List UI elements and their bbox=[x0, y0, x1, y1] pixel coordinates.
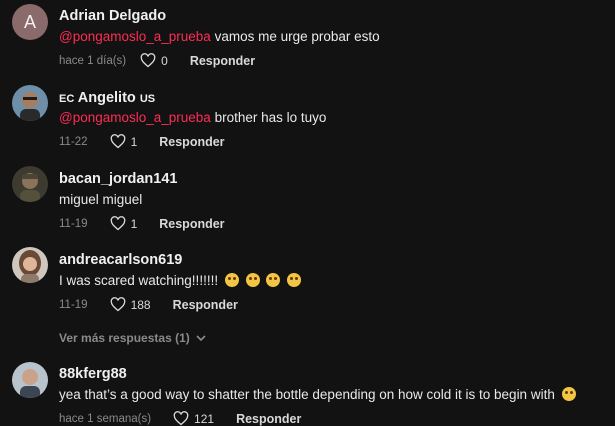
comment-author[interactable]: bacan_jordan141 bbox=[59, 171, 177, 187]
comment-time: hace 1 día(s) bbox=[59, 54, 127, 67]
avatar-image bbox=[12, 85, 48, 121]
mention-link[interactable]: @pongamoslo_a_prueba bbox=[59, 29, 211, 44]
like-button[interactable]: 0 bbox=[140, 53, 168, 68]
comment-author[interactable]: andreacarlson619 bbox=[59, 252, 182, 268]
comment-text-content: yea that’s a good way to shatter the bot… bbox=[59, 387, 555, 402]
mention-link[interactable]: @pongamoslo_a_prueba bbox=[59, 110, 211, 125]
author-name: Angelito bbox=[77, 90, 136, 106]
like-count: 0 bbox=[161, 53, 168, 68]
reply-button[interactable]: Responder bbox=[190, 54, 255, 68]
flushed-emoji-icon bbox=[224, 273, 239, 287]
comment-meta: hace 1 día(s) 0 Responder bbox=[59, 53, 255, 68]
comment-author[interactable]: 88kferg88 bbox=[59, 366, 127, 382]
cold-sweat-emoji-icon bbox=[561, 387, 576, 401]
comment-text: miguel miguel bbox=[59, 192, 143, 207]
view-more-replies-label: Ver más respuestas (1) bbox=[59, 331, 190, 345]
like-count: 1 bbox=[130, 216, 138, 231]
comment-text: yea that’s a good way to shatter the bot… bbox=[59, 387, 576, 402]
chevron-down-icon bbox=[196, 335, 206, 342]
comment-text-content: brother has lo tuyo bbox=[210, 110, 327, 125]
like-button[interactable]: 1 bbox=[110, 216, 138, 231]
comment-time: 11-22 bbox=[59, 135, 88, 148]
comment-author[interactable]: Adrian Delgado bbox=[59, 8, 166, 24]
heart-icon bbox=[110, 216, 125, 231]
joy-emoji-icon bbox=[266, 273, 281, 287]
avatar-letter: A bbox=[23, 11, 36, 32]
flushed-emoji-icon bbox=[245, 273, 260, 287]
avatar[interactable] bbox=[12, 85, 48, 121]
flag-left: EC bbox=[59, 93, 75, 105]
like-count: 188 bbox=[130, 297, 151, 312]
avatar-image bbox=[12, 362, 48, 398]
comment-text-content: vamos me urge probar esto bbox=[210, 29, 380, 44]
comment-text: @pongamoslo_a_prueba brother has lo tuyo bbox=[59, 110, 326, 125]
avatar-image bbox=[12, 166, 48, 202]
reply-button[interactable]: Responder bbox=[236, 412, 301, 426]
heart-icon bbox=[140, 53, 156, 68]
reply-button[interactable]: Responder bbox=[159, 135, 224, 149]
comment-text-content: I was scared watching!!!!!!! bbox=[59, 273, 219, 288]
comment-author[interactable]: EC Angelito US bbox=[59, 90, 155, 106]
avatar[interactable]: A bbox=[12, 4, 48, 40]
avatar[interactable] bbox=[12, 166, 48, 202]
reply-button[interactable]: Responder bbox=[173, 298, 238, 312]
avatar[interactable] bbox=[12, 362, 48, 398]
comment-time: 11-19 bbox=[59, 298, 88, 311]
joy-emoji-icon bbox=[287, 273, 302, 287]
heart-icon bbox=[110, 297, 125, 312]
comment-meta: 11-19 1 Responder bbox=[59, 216, 225, 231]
comment-time: 11-19 bbox=[59, 217, 88, 230]
heart-icon bbox=[110, 134, 125, 149]
comment-time: hace 1 semana(s) bbox=[59, 412, 152, 425]
comment-text: I was scared watching!!!!!!! bbox=[59, 273, 302, 288]
comment-meta: 11-19 188 Responder bbox=[59, 297, 238, 312]
like-button[interactable]: 188 bbox=[110, 297, 151, 312]
comment-text: @pongamoslo_a_prueba vamos me urge proba… bbox=[59, 29, 380, 44]
reply-button[interactable]: Responder bbox=[159, 217, 224, 231]
avatar[interactable] bbox=[12, 247, 48, 283]
like-count: 121 bbox=[194, 411, 215, 426]
comment-meta: 11-22 1 Responder bbox=[59, 134, 225, 149]
like-button[interactable]: 1 bbox=[110, 134, 138, 149]
flag-right: US bbox=[139, 93, 156, 105]
like-count: 1 bbox=[130, 134, 138, 149]
avatar-image bbox=[12, 247, 48, 283]
view-more-replies-button[interactable]: Ver más respuestas (1) bbox=[59, 331, 206, 345]
